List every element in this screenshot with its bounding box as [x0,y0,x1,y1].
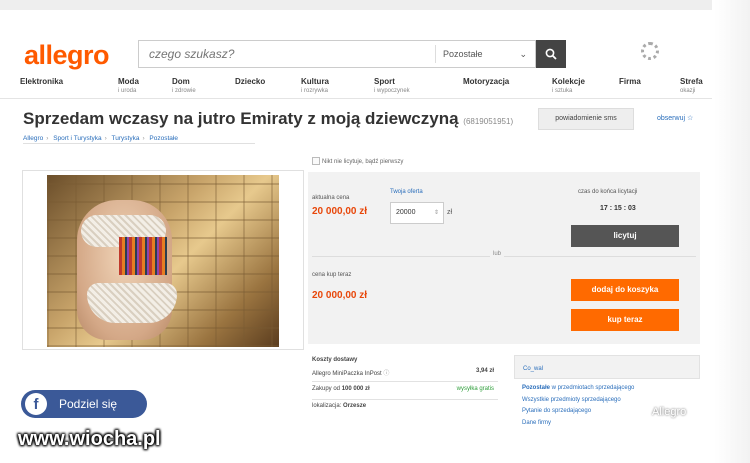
observe-link[interactable]: obserwuj ☆ [657,114,693,122]
countdown-timer: 17 : 15 : 03 [600,205,636,212]
offer-input-value: 20000 [396,209,416,216]
nav-item-dom[interactable]: Dom i zdrowie [172,77,196,95]
top-strip [0,0,712,10]
nav-item-dziecko[interactable]: Dziecko [235,77,265,87]
breadcrumb-item[interactable]: Pozostałe [149,135,178,142]
checkbox-icon [312,157,320,165]
offer-unit: zł [447,209,453,216]
seller-link-text: Pytanie do sprzedającego [522,408,592,414]
search-button[interactable] [536,40,566,68]
your-offer-label: Twoja oferta [390,189,423,195]
category-nav: Elektronika Moda i uroda Dom i zdrowie Dzi… [0,77,712,99]
buy-now-button[interactable]: kup teraz [571,309,679,331]
nav-item-kolekcje[interactable]: Kolekcje i sztuka [552,77,585,95]
category-select[interactable]: Pozostałe ⌄ [435,45,535,63]
seller-links: Pozostałe w przedmiotach sprzedającego W… [522,383,634,429]
breadcrumb-item[interactable]: Sport i Turystyka [53,135,101,142]
shipping-method: Allegro MiniPaczka InPost [312,371,382,377]
seller-link-question[interactable]: Pytanie do sprzedającego [522,406,634,418]
seller-link-other-items[interactable]: Pozostałe w przedmiotach sprzedającego [522,383,634,395]
seller-link-text: w przedmiotach sprzedającego [550,385,635,391]
info-icon: ⓘ [383,371,390,377]
free-shipping-badge: wysyłka gratis [456,386,494,392]
purchase-amount: 100 000 zł [341,386,370,392]
bid-button[interactable]: licytuj [571,225,679,247]
shipping-method-row: Allegro MiniPaczka InPost ⓘ 3,94 zł [312,368,498,380]
loading-spinner-icon [641,42,659,60]
sms-notification-button[interactable]: powiadomienie sms [538,108,634,130]
share-label: Podziel się [59,397,118,411]
page-edge [714,0,750,463]
seller-name-text: Co_wal [523,366,544,372]
product-photo[interactable] [47,175,279,347]
breadcrumb-separator: › [104,135,107,142]
search-input[interactable] [139,41,435,67]
stepper-icon[interactable]: ⇕ [434,203,439,223]
nav-item-kultura[interactable]: Kultura i rozrywka [301,77,329,95]
search-bar: Pozostałe ⌄ [138,40,536,68]
purchase-prefix: Zakupy od [312,386,341,392]
listing-number: (6819051951) [463,117,514,126]
breadcrumb-item[interactable]: Allegro [23,135,43,142]
product-photo-frame[interactable] [22,170,304,350]
buy-now-price: 20 000,00 zł [312,290,368,301]
category-select-value: Pozostałe [443,49,483,59]
current-price: 20 000,00 zł [312,206,368,217]
breadcrumb: Allegro › Sport i Turystyka › Turystyka › P… [23,135,181,142]
allegro-watermark: Allegro [652,406,687,418]
photo-detail [119,237,167,275]
watermark: www.wiocha.pl [18,428,161,450]
location-row: lokalizacja: Orzesze [312,403,498,415]
nav-item-sport[interactable]: Sport i wypoczynek [374,77,410,95]
no-bids-text: Nikt nie licytuje, bądź pierwszy [322,159,404,165]
nav-item-strefa[interactable]: Strefa okazji [680,77,703,95]
divider [23,143,255,144]
or-label: lub [490,251,505,257]
add-to-cart-button[interactable]: dodaj do koszyka [571,279,679,301]
breadcrumb-separator: › [46,135,49,142]
nav-item-firma[interactable]: Firma [619,77,641,87]
seller-link-text: Wszystkie przedmioty sprzedającego [522,396,621,403]
listing-title-text: Sprzedam wczasy na jutro Emiraty z moją … [23,109,459,128]
breadcrumb-separator: › [142,135,145,142]
nav-item-motoryzacja[interactable]: Motoryzacja [463,77,509,87]
breadcrumb-item[interactable]: Turystyka [112,135,140,142]
facebook-icon: f [25,393,47,415]
location-value: Orzesze [343,403,367,409]
chevron-down-icon: ⌄ [519,49,527,59]
location-label: lokalizacja: [312,403,342,409]
buy-now-label: cena kup teraz [312,272,352,278]
free-shipping-row: Zakupy od 100 000 zł wysyłka gratis [312,386,498,398]
nav-item-moda[interactable]: Moda i uroda [118,77,139,95]
allegro-logo[interactable]: allegro [24,40,110,71]
shipping-method-price: 3,94 zł [475,368,494,374]
nav-item-elektronika[interactable]: Elektronika [20,77,63,87]
no-bids-note: Nikt nie licytuje, bądź pierwszy [312,157,403,165]
seller-link-text: Dane firmy [522,419,552,426]
photo-detail [87,283,177,323]
countdown-label: czas do końca licytacji [578,189,638,195]
listing-title: Sprzedam wczasy na jutro Emiraty z moją … [23,109,513,129]
buy-box: aktualna cena 20 000,00 zł Twoja oferta … [308,172,700,344]
seller-link-all-items[interactable]: Wszystkie przedmioty sprzedającego [522,395,634,407]
seller-link-bold: Pozostałe [522,385,551,391]
current-price-label: aktualna cena [312,195,350,201]
search-icon [545,48,557,60]
divider [312,381,498,382]
seller-link-company-data[interactable]: Dane firmy [522,418,634,430]
divider [312,399,498,400]
offer-input[interactable]: 20000 ⇕ [390,202,444,224]
seller-name[interactable]: Co_wal [514,355,700,379]
facebook-share-button[interactable]: f Podziel się [21,390,147,418]
